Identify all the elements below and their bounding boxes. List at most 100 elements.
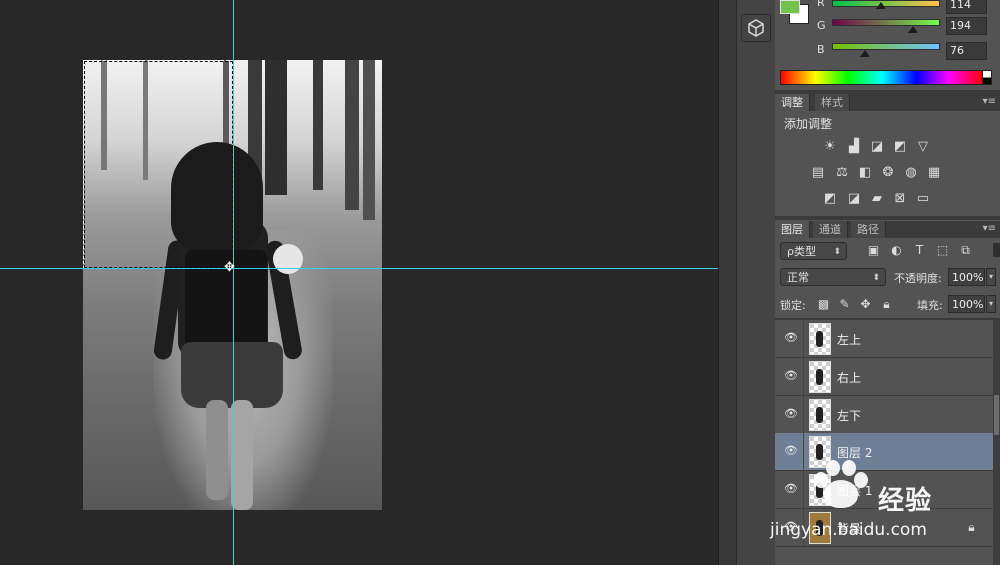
eye-icon[interactable]: 👁︎ [784, 332, 798, 343]
layer-name[interactable]: 右上 [837, 369, 861, 386]
opacity-dropdown-button[interactable]: ▾ [986, 268, 996, 286]
layer-thumbnail [809, 361, 831, 393]
panel-menu-icon[interactable]: ▾≡ [983, 223, 996, 234]
tab-styles[interactable]: 样式 [815, 94, 850, 111]
document-canvas-area[interactable]: ✥ [0, 0, 718, 565]
red-slider[interactable] [832, 0, 940, 7]
layer-row-selected[interactable]: 👁︎ 图层 2 [775, 433, 993, 471]
filter-kind-label: ρ类型 [787, 245, 816, 258]
tree-trunk [313, 60, 323, 190]
collapsed-panel-strip [736, 0, 775, 565]
channel-mixer-icon[interactable]: ◍ [903, 166, 919, 180]
filter-smart-object-icon[interactable]: ⧉ [959, 244, 972, 257]
opacity-field[interactable]: 100% [948, 268, 985, 286]
blue-slider[interactable] [832, 43, 940, 50]
gradient-map-icon[interactable]: ▭ [915, 192, 931, 206]
paw-toe [826, 460, 840, 476]
hue-saturation-icon[interactable]: ▤ [810, 166, 826, 180]
color-balance-icon[interactable]: ⚖ [834, 166, 850, 180]
cube-icon [748, 19, 764, 37]
3d-panel-button[interactable] [741, 14, 771, 42]
layer-row[interactable]: 👁︎ 左下 [775, 396, 993, 434]
paw-toe [854, 472, 868, 488]
tree-trunk [345, 60, 359, 210]
tab-adjustments[interactable]: 调整 [775, 94, 810, 111]
brightness-contrast-icon[interactable]: ☀ [822, 140, 838, 154]
lock-icon: 🔒︎ [968, 520, 975, 534]
blue-slider-thumb[interactable] [860, 50, 870, 57]
tree-trunk [265, 60, 287, 195]
threshold-icon[interactable]: ▰ [869, 192, 885, 206]
lock-transparent-pixels-icon[interactable]: ▩ [817, 298, 830, 311]
layers-scrollbar[interactable] [993, 320, 1000, 565]
photo-filter-icon[interactable]: ❂ [880, 166, 896, 180]
layer-thumbnail [809, 399, 831, 431]
layer-name[interactable]: 左上 [837, 331, 861, 348]
black-white-swatch[interactable] [982, 70, 992, 85]
tab-layers[interactable]: 图层 [775, 221, 810, 238]
fill-dropdown-button[interactable]: ▾ [986, 295, 996, 313]
levels-icon[interactable]: ▟ [846, 140, 862, 154]
lock-position-icon[interactable]: ✥ [859, 298, 872, 311]
blue-value-field[interactable]: 76 [946, 42, 987, 60]
eye-icon[interactable]: 👁︎ [784, 408, 798, 419]
filter-type-icon[interactable]: T [913, 244, 926, 257]
filter-image-icon[interactable]: ▣ [867, 244, 880, 257]
fill-label: 填充: [917, 299, 943, 312]
layers-tabbar: 图层 通道 路径 ▾≡ [775, 221, 1000, 238]
panel-dock-divider[interactable] [718, 0, 737, 565]
invert-icon[interactable]: ◩ [822, 192, 838, 206]
tab-channels[interactable]: 通道 [813, 221, 848, 238]
layer-name[interactable]: 左下 [837, 407, 861, 424]
black-white-icon[interactable]: ◧ [857, 166, 873, 180]
eye-icon[interactable]: 👁︎ [784, 483, 798, 494]
red-slider-thumb[interactable] [876, 2, 886, 9]
add-adjustment-title: 添加调整 [784, 117, 833, 131]
chevron-down-icon: ⬍ [872, 273, 880, 283]
curves-icon[interactable]: ◪ [869, 140, 885, 154]
girl-leg [231, 400, 253, 510]
panel-menu-icon[interactable]: ▾≡ [983, 96, 996, 107]
lock-image-pixels-icon[interactable]: ✎ [838, 298, 851, 311]
color-lookup-icon[interactable]: ▦ [926, 166, 942, 180]
filter-toggle[interactable] [993, 243, 1000, 257]
paw-toe [842, 460, 856, 476]
red-value-field[interactable]: 114 [946, 0, 987, 14]
eye-icon[interactable]: 👁︎ [784, 370, 798, 381]
vibrance-icon[interactable]: ▽ [915, 140, 931, 154]
vertical-guide[interactable] [233, 0, 234, 565]
red-channel-label: R [817, 0, 825, 9]
layers-scrollbar-thumb[interactable] [994, 395, 999, 435]
paw-pad [824, 480, 858, 508]
exposure-icon[interactable]: ◩ [892, 140, 908, 154]
filter-adjustment-icon[interactable]: ◐ [890, 244, 903, 257]
eye-icon[interactable]: 👁︎ [784, 445, 798, 456]
girl-skirt [181, 342, 283, 408]
layer-filter-dropdown[interactable]: ρ类型 ⬍ [780, 242, 847, 260]
tab-paths[interactable]: 路径 [851, 221, 886, 238]
fill-field[interactable]: 100% [948, 295, 985, 313]
layer-row[interactable]: 👁︎ 右上 [775, 358, 993, 396]
blend-mode-dropdown[interactable]: 正常 ⬍ [780, 268, 886, 286]
watermark-site: jingyan.baidu.com [770, 520, 927, 540]
green-value-field[interactable]: 194 [946, 17, 987, 35]
posterize-icon[interactable]: ◪ [846, 192, 862, 206]
watermark-brand: 经验 [878, 486, 933, 516]
color-spectrum-bar[interactable] [780, 70, 984, 85]
lock-all-icon[interactable]: 🔒︎ [880, 298, 893, 311]
selective-color-icon[interactable]: ⊠ [892, 192, 908, 206]
thumbnail-figure [816, 331, 823, 347]
marquee-selection[interactable] [83, 60, 234, 269]
green-slider[interactable] [832, 19, 940, 26]
thumbnail-figure [816, 407, 823, 423]
green-slider-thumb[interactable] [908, 26, 918, 33]
foreground-color-swatch[interactable] [780, 0, 800, 14]
move-cursor-icon: ✥ [224, 260, 235, 275]
horizontal-guide[interactable] [0, 268, 718, 269]
blend-mode-label: 正常 [787, 271, 809, 284]
adjustments-tabbar: 调整 样式 ▾≡ [775, 94, 1000, 111]
filter-shape-icon[interactable]: ⬚ [936, 244, 949, 257]
girl-leg [206, 400, 228, 500]
layer-row[interactable]: 👁︎ 左上 [775, 320, 993, 358]
panel-separator [775, 216, 1000, 220]
